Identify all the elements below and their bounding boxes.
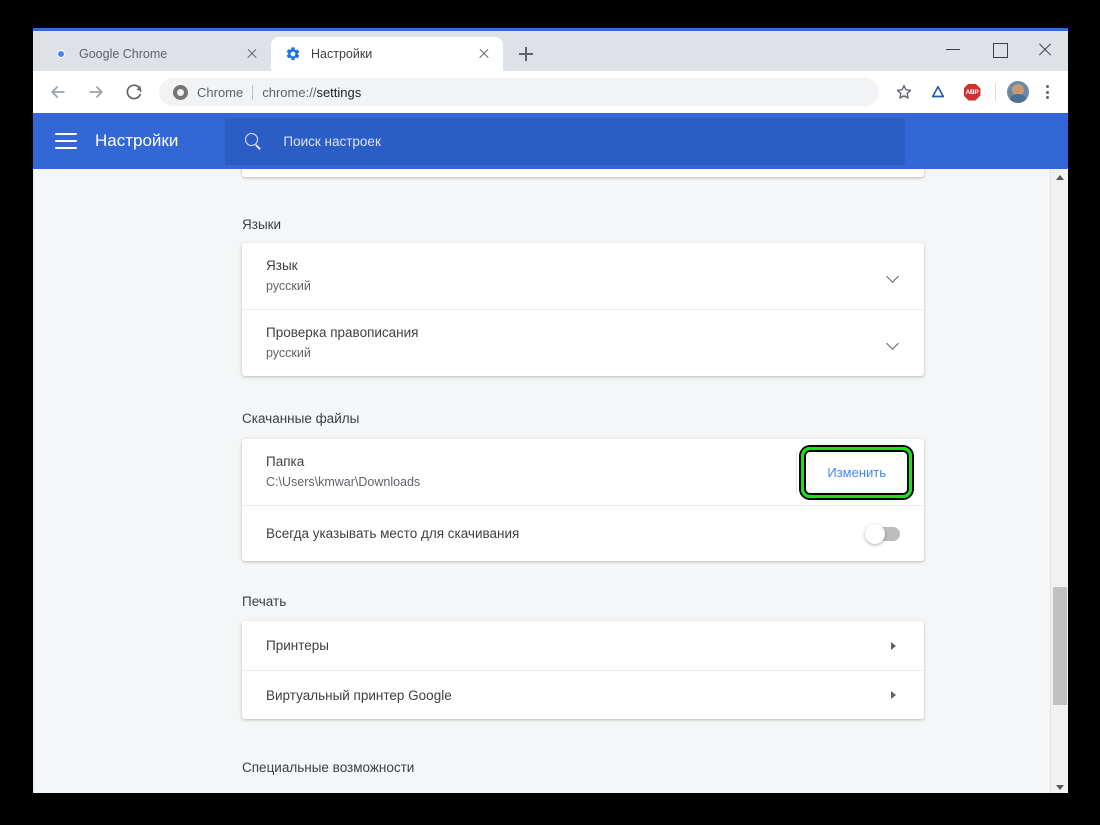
forward-arrow-icon[interactable] (81, 77, 111, 107)
change-folder-wrap: Изменить (801, 446, 912, 498)
browser-toolbar: Chrome chrome://settings ABP (33, 71, 1068, 113)
omnibox-divider (252, 84, 254, 100)
card-printing: Принтеры Виртуальный принтер Google (242, 621, 924, 719)
change-folder-button[interactable]: Изменить (813, 458, 900, 487)
chevron-right-icon[interactable] (888, 689, 900, 701)
card-downloads: Папка C:\Users\kmwar\Downloads Изменить … (242, 439, 924, 561)
section-heading-printing: Печать (242, 594, 287, 609)
row-ask-where-to-save[interactable]: Всегда указывать место для скачивания (242, 505, 924, 561)
adblock-plus-icon[interactable]: ABP (958, 78, 986, 106)
maximize-button[interactable] (976, 31, 1022, 67)
minimize-button[interactable] (930, 31, 976, 67)
search-icon (244, 132, 262, 150)
row-download-folder: Папка C:\Users\kmwar\Downloads Изменить (242, 439, 924, 505)
toolbar-divider (995, 83, 996, 101)
row-divider (796, 451, 798, 493)
settings-content: Языки Язык русский Проверка правописания… (33, 169, 1068, 793)
search-placeholder: Поиск настроек (283, 133, 381, 149)
window-controls (930, 31, 1068, 67)
browser-window: Google Chrome Настройки Chrome chrome://… (33, 28, 1068, 793)
site-label: Chrome (197, 84, 244, 100)
row-label: Всегда указывать место для скачивания (266, 526, 520, 541)
screenshot-root: Google Chrome Настройки Chrome chrome://… (0, 0, 1100, 825)
card-partial-top (242, 169, 924, 177)
page-title: Настройки (95, 131, 179, 150)
new-tab-button[interactable] (511, 39, 541, 69)
tab-title: Настройки (311, 47, 373, 61)
tab-close-icon[interactable] (475, 45, 493, 63)
content-left-edge (33, 169, 34, 793)
close-window-button[interactable] (1022, 31, 1068, 67)
blue-triangle-icon[interactable] (924, 78, 952, 106)
row-label: Виртуальный принтер Google (266, 687, 452, 703)
chrome-site-icon (173, 84, 188, 100)
abp-label: ABP (963, 83, 981, 101)
download-path: C:\Users\kmwar\Downloads (266, 475, 421, 489)
chevron-down-icon[interactable] (886, 269, 900, 283)
card-languages: Язык русский Проверка правописания русск… (242, 243, 924, 376)
scroll-up-arrow[interactable] (1051, 169, 1068, 187)
back-arrow-icon[interactable] (43, 77, 73, 107)
row-label: Проверка правописания (266, 325, 419, 340)
tab-title: Google Chrome (79, 47, 168, 61)
chevron-down-icon[interactable] (886, 336, 900, 350)
three-dot-menu-icon[interactable] (1034, 78, 1060, 106)
row-text: Виртуальный принтер Google (266, 686, 888, 705)
vertical-scrollbar[interactable] (1050, 169, 1068, 793)
hamburger-icon[interactable] (55, 133, 77, 149)
tab-google-chrome[interactable]: Google Chrome (39, 37, 271, 71)
chrome-logo-icon (53, 46, 69, 62)
row-text: Язык русский (266, 256, 886, 296)
url-prefix: chrome:// (262, 84, 317, 100)
row-label: Принтеры (266, 638, 329, 653)
row-printers[interactable]: Принтеры (242, 621, 924, 670)
row-language[interactable]: Язык русский (242, 243, 924, 309)
section-heading-languages: Языки (242, 217, 282, 232)
row-label: Папка (266, 454, 305, 469)
row-google-cloud-print[interactable]: Виртуальный принтер Google (242, 670, 924, 719)
row-sublabel: русский (266, 346, 311, 360)
row-text: Принтеры (266, 636, 888, 655)
url-text: chrome://settings (262, 85, 361, 100)
tab-close-icon[interactable] (243, 45, 261, 63)
tab-settings[interactable]: Настройки (271, 37, 503, 71)
row-spellcheck[interactable]: Проверка правописания русский (242, 309, 924, 376)
row-text: Всегда указывать место для скачивания (266, 524, 866, 543)
row-sublabel: русский (266, 279, 311, 293)
scroll-down-arrow[interactable] (1051, 778, 1068, 793)
settings-header: Настройки Поиск настроек (33, 113, 1068, 169)
ask-location-toggle[interactable] (865, 523, 900, 544)
chevron-right-icon[interactable] (888, 640, 900, 652)
section-heading-downloads: Скачанные файлы (242, 411, 360, 426)
reload-icon[interactable] (119, 77, 149, 107)
tab-strip: Google Chrome Настройки (33, 31, 1068, 71)
url-bold: settings (316, 84, 362, 100)
row-text: Проверка правописания русский (266, 323, 886, 363)
address-bar[interactable]: Chrome chrome://settings (159, 78, 879, 106)
row-label: Язык (266, 258, 298, 273)
avatar[interactable] (1007, 81, 1029, 103)
section-heading-accessibility: Специальные возможности (242, 760, 415, 775)
row-text: Папка C:\Users\kmwar\Downloads (266, 452, 796, 492)
star-icon[interactable] (890, 78, 918, 106)
scrollbar-thumb[interactable] (1053, 587, 1067, 705)
gear-icon (285, 46, 301, 62)
search-input[interactable]: Поиск настроек (225, 117, 906, 165)
